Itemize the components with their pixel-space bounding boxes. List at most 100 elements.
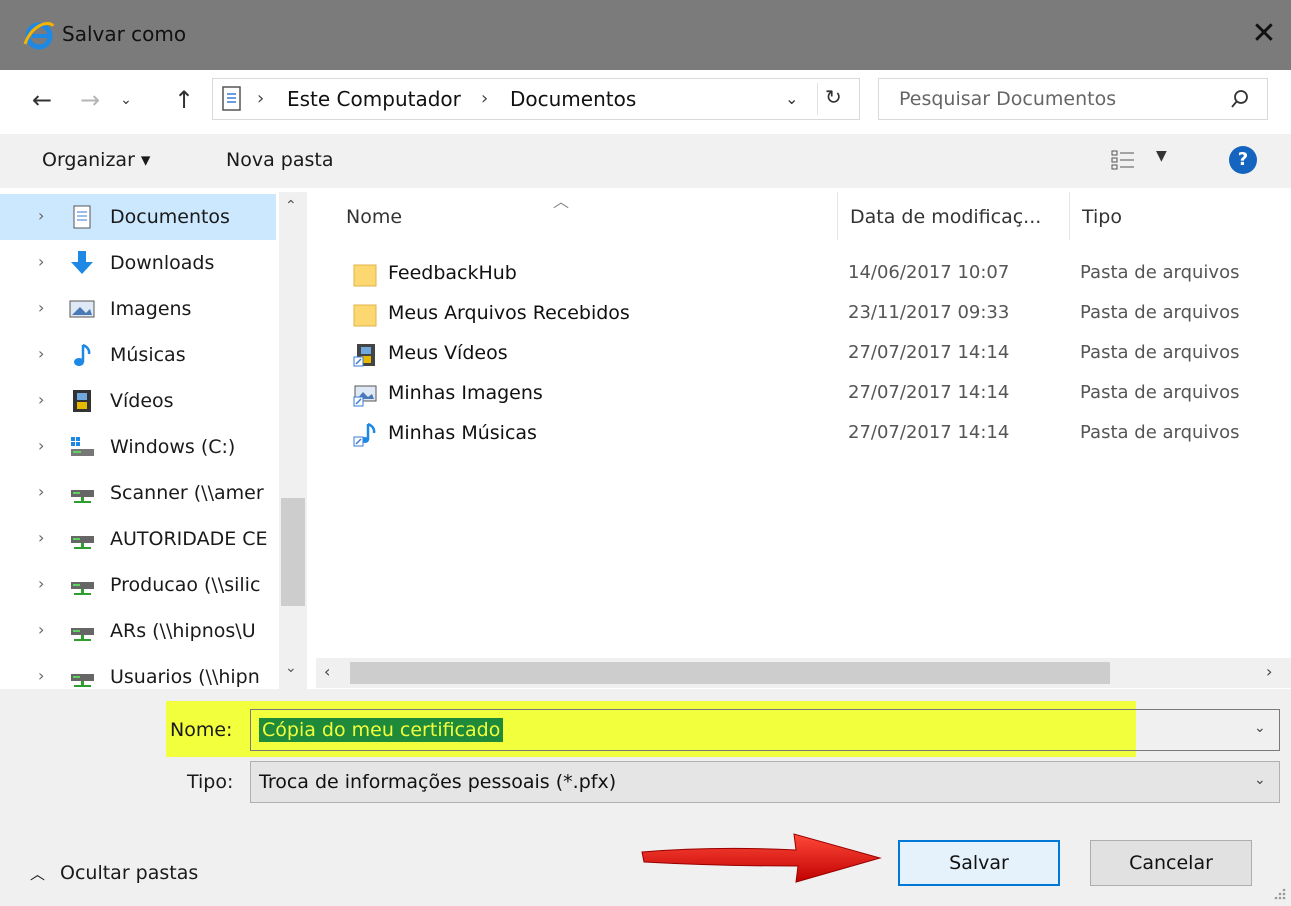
chevron-right-icon[interactable]: › [38, 252, 44, 271]
file-type-select[interactable]: Troca de informações pessoais (*.pfx) ⌄ [250, 761, 1280, 803]
chevron-down-icon[interactable]: ⌄ [1254, 772, 1266, 788]
scroll-down-icon[interactable]: ⌄ [285, 660, 297, 676]
chevron-right-icon[interactable]: › [38, 574, 44, 593]
nav-pane-scrollbar[interactable]: ⌃ ⌄ [279, 192, 307, 689]
nav-item-label: Imagens [110, 298, 192, 320]
nav-item-windows-c[interactable]: › Windows (C:) [0, 424, 276, 470]
chevron-right-icon[interactable]: › [38, 344, 44, 363]
file-row[interactable]: Minhas Imagens 27/07/2017 14:14 Pasta de… [316, 374, 1291, 414]
file-date: 27/07/2017 14:14 [848, 422, 1010, 443]
nav-item-label: Producao (\\silic [110, 574, 261, 596]
nav-item-ars[interactable]: › ARs (\\hipnos\U [0, 608, 276, 654]
save-button[interactable]: Salvar [898, 840, 1060, 886]
chevron-right-icon[interactable]: › [38, 482, 44, 501]
help-icon[interactable]: ? [1229, 146, 1257, 174]
file-date: 23/11/2017 09:33 [848, 302, 1010, 323]
chevron-right-icon[interactable]: › [38, 436, 44, 455]
resize-grip-icon[interactable] [1268, 882, 1288, 902]
hide-folders-label: Ocultar pastas [60, 862, 199, 884]
close-icon[interactable]: ✕ [1244, 14, 1284, 54]
file-type-value: Troca de informações pessoais (*.pfx) [259, 771, 617, 793]
nav-item-label: Windows (C:) [110, 436, 236, 458]
nav-item-label: Usuarios (\\hipn [110, 666, 260, 688]
file-row[interactable]: Meus Vídeos 27/07/2017 14:14 Pasta de ar… [316, 334, 1291, 374]
organize-button[interactable]: Organizar ▾ [42, 149, 150, 171]
music-note-icon [74, 343, 91, 366]
nav-item-documentos[interactable]: › Documentos [0, 194, 276, 240]
column-header-date[interactable]: Data de modificaç... [838, 192, 1070, 240]
nav-item-downloads[interactable]: › Downloads [0, 240, 276, 286]
new-folder-button[interactable]: Nova pasta [226, 149, 333, 171]
breadcrumb-separator: › [481, 88, 489, 109]
nav-item-imagens[interactable]: › Imagens [0, 286, 276, 332]
network-drive-icon [71, 628, 94, 641]
cancel-button[interactable]: Cancelar [1090, 840, 1252, 886]
chevron-right-icon[interactable]: › [38, 298, 44, 317]
file-row[interactable]: Meus Arquivos Recebidos 23/11/2017 09:33… [316, 294, 1291, 334]
chevron-right-icon[interactable]: › [38, 528, 44, 547]
column-header-type[interactable]: Tipo [1070, 192, 1291, 240]
chevron-down-icon[interactable]: ⌄ [1254, 720, 1266, 736]
search-icon[interactable] [1229, 88, 1251, 110]
nav-item-videos[interactable]: › Vídeos [0, 378, 276, 424]
chevron-down-icon[interactable]: ⌄ [785, 89, 798, 108]
red-arrow-annotation [641, 833, 882, 883]
scrollbar-thumb[interactable] [350, 662, 1110, 684]
file-name: FeedbackHub [388, 262, 517, 284]
title-bar: Salvar como ✕ [0, 0, 1291, 70]
video-shortcut-icon [353, 344, 375, 367]
file-type-label: Tipo: [187, 771, 234, 793]
file-list: ︿ Nome Data de modificaç... Tipo Feedbac… [316, 192, 1291, 658]
refresh-icon[interactable]: ↻ [825, 85, 842, 109]
recent-locations-chevron-icon[interactable]: ⌄ [110, 84, 142, 116]
up-arrow-icon[interactable]: ↑ [168, 84, 200, 116]
view-options-icon[interactable] [1110, 148, 1136, 172]
breadcrumb-separator: › [257, 88, 265, 109]
scroll-right-icon[interactable]: › [1266, 662, 1272, 681]
forward-arrow-icon[interactable]: → [74, 84, 106, 116]
file-name-field[interactable]: Cópia do meu certificado ⌄ [250, 709, 1280, 751]
chevron-right-icon[interactable]: › [38, 390, 44, 409]
file-row[interactable]: Minhas Músicas 27/07/2017 14:14 Pasta de… [316, 414, 1291, 454]
file-name-label: Nome: [170, 719, 233, 741]
file-date: 14/06/2017 10:07 [848, 262, 1010, 283]
network-drive-icon [71, 674, 94, 687]
file-type: Pasta de arquivos [1080, 382, 1240, 403]
scroll-left-icon[interactable]: ‹ [324, 662, 330, 681]
music-shortcut-icon [353, 422, 376, 447]
nav-item-usuarios[interactable]: › Usuarios (\\hipn [0, 654, 276, 689]
file-row[interactable]: FeedbackHub 14/06/2017 10:07 Pasta de ar… [316, 254, 1291, 294]
address-bar[interactable]: › Este Computador › Documentos ⌄ ↻ [212, 78, 860, 120]
hide-folders-button[interactable]: ︿ Ocultar pastas [30, 862, 198, 884]
file-type: Pasta de arquivos [1080, 302, 1240, 323]
window-title: Salvar como [62, 22, 187, 46]
folder-icon [353, 304, 377, 327]
file-name: Minhas Músicas [388, 422, 537, 444]
back-arrow-icon[interactable]: ← [26, 84, 58, 116]
column-header-name[interactable]: Nome [316, 192, 838, 240]
network-drive-icon [71, 536, 94, 549]
download-arrow-icon [71, 251, 93, 274]
navigation-pane: › Documentos › Downloads › Imagens › Mús… [0, 192, 310, 689]
pictures-icon [69, 300, 95, 318]
nav-item-scanner[interactable]: › Scanner (\\amer [0, 470, 276, 516]
chevron-right-icon[interactable]: › [38, 666, 44, 685]
nav-item-autoridade[interactable]: › AUTORIDADE CE [0, 516, 276, 562]
nav-item-musicas[interactable]: › Músicas [0, 332, 276, 378]
chevron-up-icon: ︿ [30, 865, 46, 883]
chevron-right-icon[interactable]: › [38, 206, 44, 225]
chevron-right-icon[interactable]: › [38, 620, 44, 639]
search-input[interactable] [879, 79, 1219, 119]
divider [817, 83, 818, 115]
scrollbar-thumb[interactable] [281, 498, 305, 606]
file-name-input[interactable]: Cópia do meu certificado [259, 718, 504, 742]
breadcrumb-item[interactable]: Documentos [510, 87, 636, 111]
drive-icon [71, 437, 94, 456]
breadcrumb-item[interactable]: Este Computador [287, 87, 461, 111]
file-date: 27/07/2017 14:14 [848, 342, 1010, 363]
nav-item-producao[interactable]: › Producao (\\silic [0, 562, 276, 608]
file-list-scrollbar[interactable]: ‹ › [316, 658, 1291, 688]
scroll-up-icon[interactable]: ⌃ [285, 198, 297, 214]
view-dropdown-icon[interactable]: ▼ [1156, 148, 1167, 164]
column-header-label: Data de modificaç... [850, 206, 1042, 228]
